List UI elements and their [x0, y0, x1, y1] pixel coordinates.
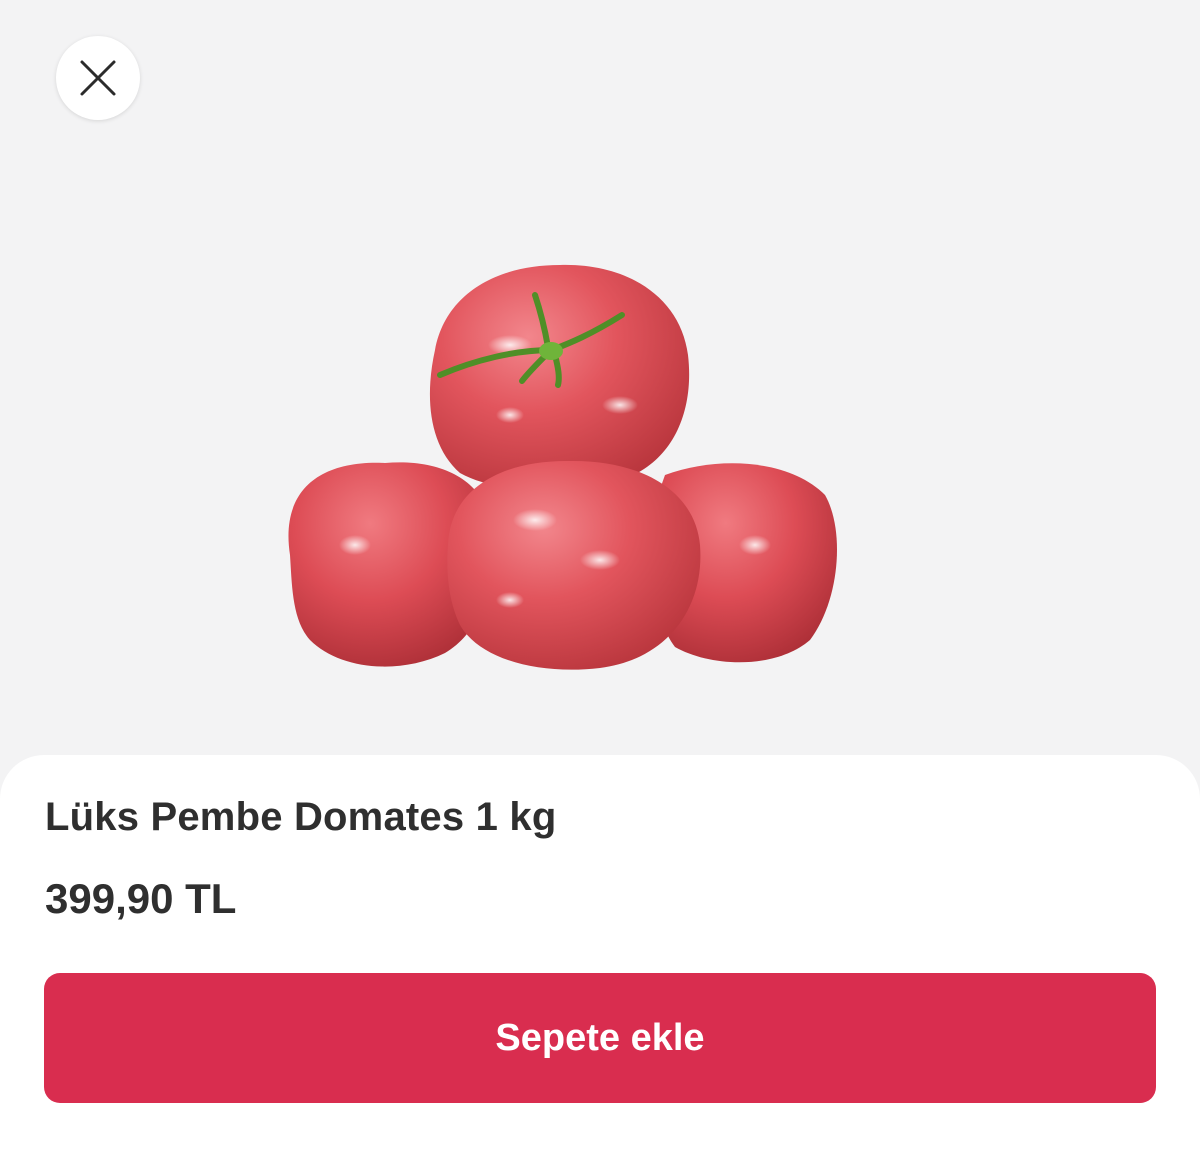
product-info-sheet: Lüks Pembe Domates 1 kg 399,90 TL Sepete…	[0, 755, 1200, 1155]
product-price: 399,90 TL	[45, 875, 237, 922]
close-icon	[79, 59, 117, 97]
product-image	[270, 255, 850, 685]
product-detail-screen: Lüks Pembe Domates 1 kg 399,90 TL Sepete…	[0, 0, 1200, 1155]
close-button[interactable]	[56, 36, 140, 120]
add-to-cart-button[interactable]: Sepete ekle	[44, 973, 1156, 1103]
product-name: Lüks Pembe Domates 1 kg	[45, 795, 557, 839]
tomatoes-image	[288, 264, 837, 670]
